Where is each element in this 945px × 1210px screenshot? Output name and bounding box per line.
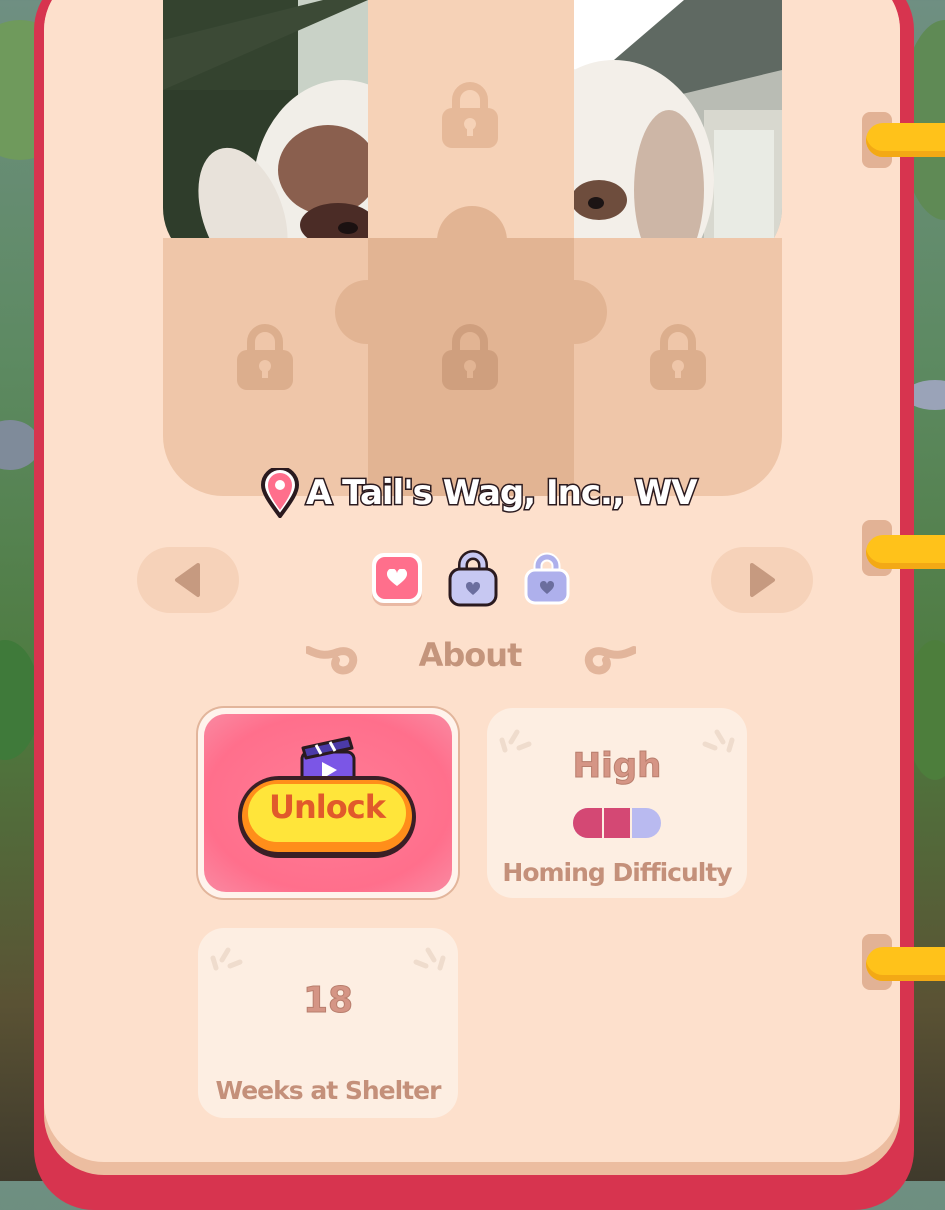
unlock-button[interactable]: Unlock xyxy=(238,776,416,858)
map-pin-icon xyxy=(260,468,300,518)
photo-piece-unlocked-left[interactable] xyxy=(163,0,368,268)
padlock-icon xyxy=(650,324,706,390)
page-dot-locked[interactable] xyxy=(524,551,570,605)
padlock-icon xyxy=(237,324,293,390)
weeks-value: 18 xyxy=(302,980,354,1022)
padlock-heart-icon xyxy=(448,550,498,607)
arrow-left-icon xyxy=(175,563,200,597)
binder-ring xyxy=(866,123,945,157)
page-dot-current-locked[interactable] xyxy=(448,549,498,607)
weeks-at-shelter-card: 18 Weeks at Shelter xyxy=(198,928,458,1118)
weeks-caption: Weeks at Shelter xyxy=(215,1076,442,1105)
difficulty-caption: Homing Difficulty xyxy=(502,858,732,887)
dog-photo-left-image xyxy=(163,0,368,268)
heart-icon xyxy=(387,569,407,586)
sparkle-burst-icon xyxy=(413,947,446,971)
photo-piece-unlocked-right[interactable] xyxy=(574,0,782,268)
padlock-heart-icon xyxy=(524,552,570,605)
puzzle-knob xyxy=(335,280,395,344)
previous-button[interactable] xyxy=(137,547,239,613)
leaf-flourish-right-icon xyxy=(584,646,636,675)
unlock-card[interactable]: Unlock xyxy=(198,708,458,898)
padlock-icon xyxy=(442,324,498,390)
difficulty-meter xyxy=(573,808,661,838)
padlock-icon xyxy=(442,82,498,148)
dog-photo-puzzle xyxy=(163,0,782,496)
arrow-right-icon xyxy=(750,563,775,597)
location-name: A Tail's Wag, Inc., WV xyxy=(305,472,700,515)
binder-ring xyxy=(866,535,945,569)
homing-difficulty-card: High Homing Difficulty xyxy=(487,708,747,898)
about-header: About xyxy=(300,636,640,684)
page-dot-unlocked[interactable] xyxy=(372,553,422,603)
shelter-location: A Tail's Wag, Inc., WV xyxy=(260,468,700,518)
difficulty-value: High xyxy=(572,746,662,787)
next-button[interactable] xyxy=(711,547,813,613)
unlock-label: Unlock xyxy=(269,788,386,826)
binder-ring xyxy=(866,947,945,981)
dog-photo-right-image xyxy=(574,0,782,268)
sparkle-burst-icon xyxy=(210,947,243,971)
